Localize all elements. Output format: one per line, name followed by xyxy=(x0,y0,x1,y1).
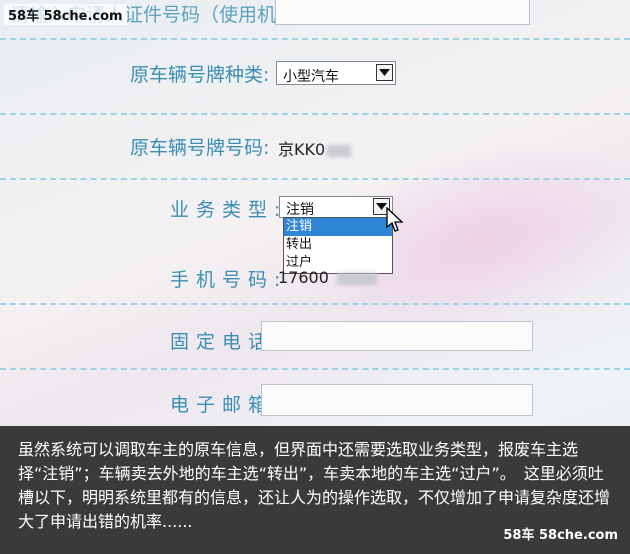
plate-number-value: 京KK0 xyxy=(278,136,352,160)
mobile-value: 17600 xyxy=(278,268,377,287)
email-input[interactable] xyxy=(261,384,533,416)
mobile-label: 手机号码: xyxy=(170,269,288,291)
plate-type-value: 小型汽车 xyxy=(283,69,339,85)
redacted-mask xyxy=(336,272,377,285)
business-type-select[interactable]: 注销 xyxy=(279,196,393,218)
dropdown-option[interactable]: 注销 xyxy=(284,218,392,236)
business-type-value: 注销 xyxy=(286,202,314,218)
caption-text: 虽然系统可以调取车主的原车信息，但界面中还需要选取业务类型，报废车主选择“注销”… xyxy=(18,440,611,531)
mouse-pointer-icon xyxy=(386,207,404,232)
redacted-mask xyxy=(327,144,352,157)
chevron-down-icon[interactable] xyxy=(376,64,393,81)
caption-panel: 虽然系统可以调取车主的原车信息，但界面中还需要选取业务类型，报废车主选择“注销”… xyxy=(0,426,630,554)
row-divider xyxy=(0,368,630,370)
caption-logo: 58车 58che.com xyxy=(503,528,618,543)
dropdown-option[interactable]: 转出 xyxy=(284,236,392,254)
plate-type-label: 原车辆号牌种类: xyxy=(130,64,270,86)
row-divider xyxy=(0,303,630,305)
cert-number-field[interactable] xyxy=(275,0,530,25)
business-type-label: 业务类型: xyxy=(170,199,288,221)
form-screen: 请输入申请人证件号码（使用机动车使用的证件号 原车辆号牌种类: 小型汽车 原车辆… xyxy=(0,0,630,426)
watermark-logo: 58车 58che.com xyxy=(4,4,127,25)
row-divider xyxy=(0,113,630,115)
row-divider xyxy=(0,178,630,180)
business-type-dropdown: 注销 转出 过户 xyxy=(283,217,393,274)
landline-input[interactable] xyxy=(261,321,533,351)
plate-type-select[interactable]: 小型汽车 xyxy=(276,61,396,85)
plate-number-label: 原车辆号牌号码: xyxy=(130,137,270,159)
row-divider xyxy=(0,38,630,40)
